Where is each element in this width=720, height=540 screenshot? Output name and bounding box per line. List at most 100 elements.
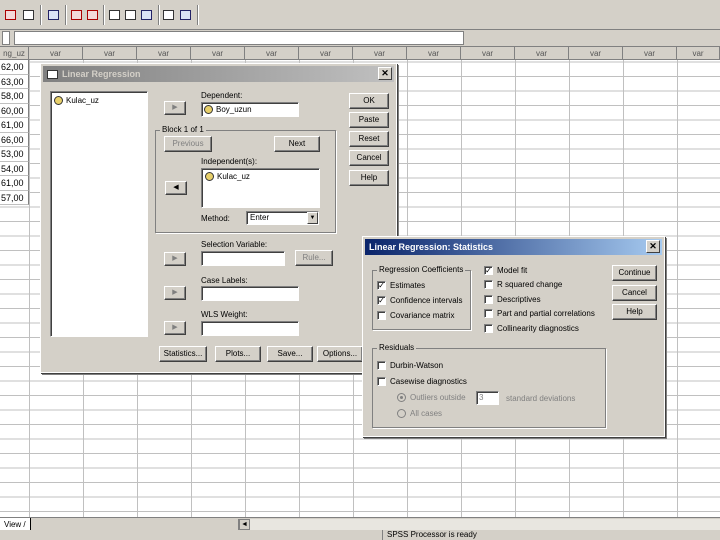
help-button[interactable]: Help	[349, 170, 389, 186]
dialog-titlebar[interactable]: Linear Regression: Statistics ✕	[365, 239, 662, 255]
cancel-button[interactable]: Cancel	[349, 150, 389, 166]
covariance-matrix-checkbox[interactable]: Covariance matrix	[377, 311, 454, 320]
insert-case-icon[interactable]	[68, 6, 85, 23]
column-header[interactable]: var	[353, 47, 407, 60]
value-labels-icon[interactable]	[160, 6, 177, 23]
selection-variable-field[interactable]	[201, 251, 285, 266]
dependent-field[interactable]: Boy_uzun	[201, 102, 299, 117]
table-cell[interactable]: 57,00	[0, 190, 29, 205]
chevron-down-icon[interactable]: ▼	[307, 212, 318, 224]
column-headers: ng_uz var var var var var var var var va…	[0, 47, 720, 60]
outliers-sd-input[interactable]: 3	[476, 391, 499, 405]
selection-variable-label: Selection Variable:	[201, 240, 268, 249]
estimates-checkbox[interactable]: ✓ Estimates	[377, 281, 425, 290]
table-cell[interactable]: 58,00	[0, 89, 29, 104]
move-to-case-labels-button[interactable]: ▶	[164, 286, 186, 300]
paste-button[interactable]: Paste	[349, 112, 389, 128]
column-header[interactable]: var	[461, 47, 515, 60]
save-button[interactable]: Save...	[267, 346, 313, 362]
column-header[interactable]: var	[299, 47, 353, 60]
list-item[interactable]: Boy_uzun	[204, 105, 252, 114]
cell-reference-box[interactable]	[2, 31, 10, 45]
column-header[interactable]: var	[245, 47, 299, 60]
help-button[interactable]: Help	[612, 304, 657, 320]
goto-case-icon[interactable]	[2, 6, 19, 23]
select-cases-icon[interactable]	[138, 6, 155, 23]
close-button[interactable]: ✕	[646, 240, 660, 253]
column-header[interactable]: var	[137, 47, 191, 60]
insert-variable-icon[interactable]	[84, 6, 101, 23]
collinearity-diagnostics-checkbox[interactable]: Collinearity diagnostics	[484, 324, 579, 333]
durbin-watson-checkbox[interactable]: Durbin-Watson	[377, 361, 443, 370]
table-cell[interactable]: 66,00	[0, 132, 29, 147]
table-cell[interactable]: 61,00	[0, 118, 29, 133]
wls-weight-field[interactable]	[201, 321, 299, 336]
confidence-intervals-checkbox[interactable]: ✓ Confidence intervals	[377, 296, 462, 305]
next-button[interactable]: Next	[274, 136, 320, 152]
close-button[interactable]: ✕	[378, 67, 392, 80]
split-file-icon[interactable]	[106, 6, 123, 23]
table-cell[interactable]: 62,00	[0, 60, 29, 75]
move-to-selection-button[interactable]: ▶	[164, 252, 186, 266]
scroll-left-icon[interactable]: ◄	[239, 519, 250, 530]
list-item[interactable]: Kulac_uz	[205, 172, 250, 181]
block-label: Block 1 of 1	[160, 125, 206, 134]
column-header[interactable]: var	[191, 47, 245, 60]
horizontal-scrollbar[interactable]: ◄	[238, 519, 720, 530]
block-group: Block 1 of 1 Previous Next Independent(s…	[155, 125, 336, 233]
method-label: Method:	[201, 214, 230, 223]
r-squared-change-checkbox[interactable]: R squared change	[484, 280, 562, 289]
goto-variable-icon[interactable]	[20, 6, 37, 23]
variable-list[interactable]: Kulac_uz	[50, 91, 148, 337]
part-partial-correlations-checkbox[interactable]: Part and partial correlations	[484, 309, 595, 318]
status-bar: SPSS Processor is ready	[0, 530, 720, 540]
model-fit-checkbox[interactable]: ✓ Model fit	[484, 266, 527, 275]
find-icon[interactable]	[45, 6, 62, 23]
method-select[interactable]: Enter ▼	[246, 211, 319, 225]
scale-variable-icon	[205, 172, 214, 181]
ok-button[interactable]: OK	[349, 93, 389, 109]
column-header[interactable]: var	[515, 47, 569, 60]
column-header[interactable]: var	[569, 47, 623, 60]
rule-button[interactable]: Rule...	[295, 250, 333, 266]
column-header[interactable]: ng_uz	[0, 47, 29, 60]
all-cases-radio[interactable]: All cases	[397, 409, 442, 418]
table-cell[interactable]: 61,00	[0, 176, 29, 191]
descriptives-checkbox[interactable]: Descriptives	[484, 295, 541, 304]
sheet-tab-bar: View / ◄	[0, 517, 720, 531]
table-cell[interactable]: 53,00	[0, 147, 29, 162]
weight-cases-icon[interactable]	[122, 6, 139, 23]
outliers-outside-radio[interactable]: Outliers outside	[397, 393, 466, 402]
toolbar	[0, 0, 720, 30]
window-icon	[47, 69, 58, 79]
previous-button[interactable]: Previous	[164, 136, 212, 152]
dialog-title: Linear Regression: Statistics	[369, 242, 494, 252]
standard-deviations-label: standard deviations	[506, 394, 576, 403]
column-header[interactable]: var	[623, 47, 677, 60]
move-from-independents-button[interactable]: ◀	[165, 181, 187, 195]
status-text: SPSS Processor is ready	[382, 530, 477, 540]
move-to-wls-button[interactable]: ▶	[164, 321, 186, 335]
column-header[interactable]: var	[29, 47, 83, 60]
case-labels-field[interactable]	[201, 286, 299, 301]
column-header[interactable]: var	[677, 47, 720, 60]
table-cell[interactable]: 63,00	[0, 74, 29, 89]
cancel-button[interactable]: Cancel	[612, 285, 657, 301]
column-header[interactable]: var	[407, 47, 461, 60]
plots-button[interactable]: Plots...	[215, 346, 261, 362]
independents-list[interactable]: Kulac_uz	[201, 168, 320, 208]
table-cell[interactable]: 60,00	[0, 103, 29, 118]
toolbar-separator	[197, 5, 199, 25]
continue-button[interactable]: Continue	[612, 265, 657, 281]
dialog-titlebar[interactable]: Linear Regression ✕	[43, 66, 394, 82]
casewise-diagnostics-checkbox[interactable]: Casewise diagnostics	[377, 377, 467, 386]
cell-edit-field[interactable]	[14, 31, 464, 45]
reset-button[interactable]: Reset	[349, 131, 389, 147]
column-header[interactable]: var	[83, 47, 137, 60]
statistics-button[interactable]: Statistics...	[159, 346, 207, 362]
list-item[interactable]: Kulac_uz	[54, 96, 99, 105]
options-button[interactable]: Options...	[317, 346, 363, 362]
table-cell[interactable]: 54,00	[0, 161, 29, 176]
use-sets-icon[interactable]	[177, 6, 194, 23]
move-to-dependent-button[interactable]: ▶	[164, 101, 186, 115]
